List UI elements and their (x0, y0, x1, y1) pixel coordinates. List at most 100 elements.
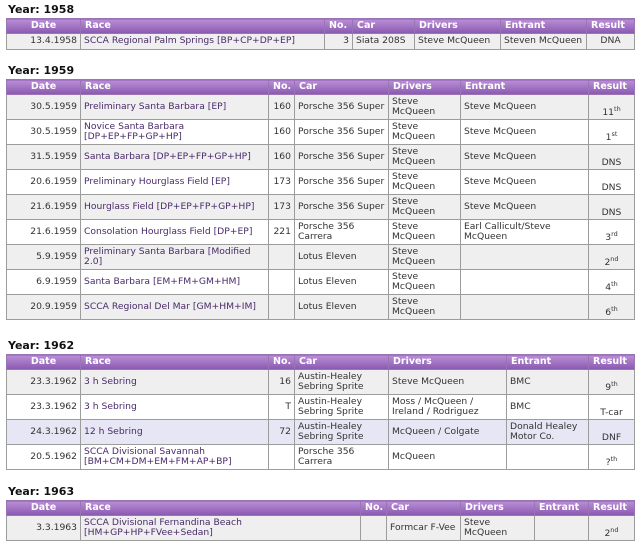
table-header: Date Race No. Car Drivers Entrant Result (6, 500, 635, 516)
cell-drivers: Steve McQueen (388, 119, 461, 145)
cell-date: 30.5.1959 (6, 94, 81, 120)
cell-drivers: Steve McQueen (388, 269, 461, 295)
cell-entrant: Donald Healey Motor Co. (506, 419, 589, 445)
header-entrant: Entrant (506, 354, 589, 370)
cell-date: 3.3.1963 (6, 515, 81, 541)
cell-race[interactable]: Preliminary Santa Barbara [EP] (80, 94, 269, 120)
cell-car: Austin-Healey Sebring Sprite (294, 369, 389, 395)
result-wrapper: 11th (602, 104, 621, 118)
cell-drivers: Steve McQueen (460, 515, 535, 541)
cell-race[interactable]: Novice Santa Barbara [DP+EP+FP+GP+HP] (80, 119, 269, 145)
header-race: Race (80, 79, 269, 95)
cell-car: Formcar F-Vee (386, 515, 461, 541)
cell-result: DNF (588, 419, 635, 445)
year-heading: Year: 1958 (8, 3, 75, 16)
result-wrapper: T-car (600, 407, 623, 418)
section-1958: Year: 1958 Date Race No. Car Drivers Ent… (6, 2, 635, 50)
cell-date: 23.3.1962 (6, 394, 81, 420)
cell-race[interactable]: Preliminary Hourglass Field [EP] (80, 169, 269, 195)
result-suffix: st (611, 129, 618, 138)
cell-no: 160 (268, 94, 295, 120)
cell-no (268, 269, 295, 295)
cell-no: 160 (268, 144, 295, 170)
result-value: DNA (600, 35, 621, 47)
cell-entrant (506, 444, 589, 470)
cell-no (268, 244, 295, 270)
cell-drivers: Steve McQueen (388, 94, 461, 120)
result-wrapper: 9th (605, 380, 618, 393)
table-header: Date Race No. Car Drivers Entrant Result (6, 79, 635, 95)
cell-car: Porsche 356 Super (294, 169, 389, 195)
result-value: DNS (601, 206, 622, 218)
cell-race[interactable]: 3 h Sebring (80, 369, 269, 395)
cell-entrant: Steve McQueen (460, 144, 589, 170)
cell-no: 3 (324, 33, 353, 50)
result-wrapper: DNF (602, 432, 621, 443)
result-wrapper: ?th (606, 455, 618, 468)
cell-entrant: Steve McQueen (460, 119, 589, 145)
cell-race[interactable]: 12 h Sebring (80, 419, 269, 445)
section-1963: Year: 1963 Date Race No. Car Drivers Ent… (6, 484, 635, 541)
cell-car: Porsche 356 Carrera (294, 444, 389, 470)
cell-drivers: Moss / McQueen / Ireland / Rodriguez (388, 394, 507, 420)
table-row: 30.5.1959 Novice Santa Barbara [DP+EP+FP+… (6, 119, 635, 145)
cell-no: 221 (268, 219, 295, 245)
cell-race[interactable]: SCCA Regional Palm Springs [BP+CP+DP+EP] (80, 33, 325, 50)
header-result: Result (588, 354, 635, 370)
cell-race[interactable]: Preliminary Santa Barbara [Modified 2.0] (80, 244, 269, 270)
cell-car: Porsche 356 Super (294, 144, 389, 170)
cell-race[interactable]: Santa Barbara [DP+EP+FP+GP+HP] (80, 144, 269, 170)
cell-result: DNS (588, 144, 635, 170)
table-row: 21.6.1959 Hourglass Field [DP+EP+FP+GP+HP… (6, 194, 635, 220)
cell-entrant (460, 244, 589, 270)
cell-race[interactable]: SCCA Divisional Savannah [BM+CM+DM+EM+FM… (80, 444, 269, 470)
cell-drivers: Steve McQueen (388, 169, 461, 195)
result-wrapper: 2nd (604, 526, 618, 539)
result-suffix: rd (611, 229, 618, 238)
cell-no (268, 294, 295, 320)
header-no: No. (360, 500, 387, 516)
result-value: DNF (601, 431, 622, 443)
cell-race[interactable]: SCCA Regional Del Mar [GM+HM+IM] (80, 294, 269, 320)
table-row: 21.6.1959 Consolation Hourglass Field [DP… (6, 219, 635, 245)
section-1959: Year: 1959 Date Race No. Car Drivers Ent… (6, 63, 635, 320)
result-wrapper: DNS (602, 157, 622, 168)
cell-result: 4th (588, 269, 635, 295)
header-drivers: Drivers (460, 500, 535, 516)
table-row: 13.4.1958 SCCA Regional Palm Springs [BP… (6, 33, 635, 50)
cell-entrant: Steve McQueen (460, 194, 589, 220)
table-body: 30.5.1959 Preliminary Santa Barbara [EP] 1… (6, 94, 635, 320)
cell-car: Lotus Eleven (294, 244, 389, 270)
year-heading: Year: 1963 (8, 485, 75, 498)
cell-race[interactable]: Consolation Hourglass Field [DP+EP] (80, 219, 269, 245)
cell-date: 13.4.1958 (6, 33, 81, 50)
cell-result: 2nd (588, 244, 635, 270)
cell-entrant: Steven McQueen (500, 33, 587, 50)
header-date: Date (6, 500, 81, 516)
result-wrapper: 1st (606, 129, 618, 143)
cell-date: 24.3.1962 (6, 419, 81, 445)
result-suffix: th (614, 104, 621, 113)
cell-race[interactable]: Santa Barbara [EM+FM+GM+HM] (80, 269, 269, 295)
cell-result: 3rd (588, 219, 635, 245)
cell-race[interactable]: 3 h Sebring (80, 394, 269, 420)
table-body: 3.3.1963 SCCA Divisional Fernandina Beach… (6, 515, 635, 541)
header-entrant: Entrant (460, 79, 589, 95)
cell-result: 2nd (588, 515, 635, 541)
table-row: 5.9.1959 Preliminary Santa Barbara [Modif… (6, 244, 635, 270)
results-table: Date Race No. Car Drivers Entrant Result… (6, 18, 635, 50)
cell-date: 31.5.1959 (6, 144, 81, 170)
cell-drivers: Steve McQueen (388, 194, 461, 220)
table-row: 20.6.1959 Preliminary Hourglass Field [EP… (6, 169, 635, 195)
cell-race[interactable]: SCCA Divisional Fernandina Beach [HM+GP+… (80, 515, 361, 541)
cell-result: DNA (586, 33, 635, 50)
cell-race[interactable]: Hourglass Field [DP+EP+FP+GP+HP] (80, 194, 269, 220)
result-wrapper: 3rd (605, 229, 618, 243)
cell-date: 21.6.1959 (6, 194, 81, 220)
cell-entrant: BMC (506, 394, 589, 420)
header-car: Car (386, 500, 461, 516)
cell-result: 11th (588, 94, 635, 120)
cell-date: 20.9.1959 (6, 294, 81, 320)
header-drivers: Drivers (388, 79, 461, 95)
cell-no: T (268, 394, 295, 420)
